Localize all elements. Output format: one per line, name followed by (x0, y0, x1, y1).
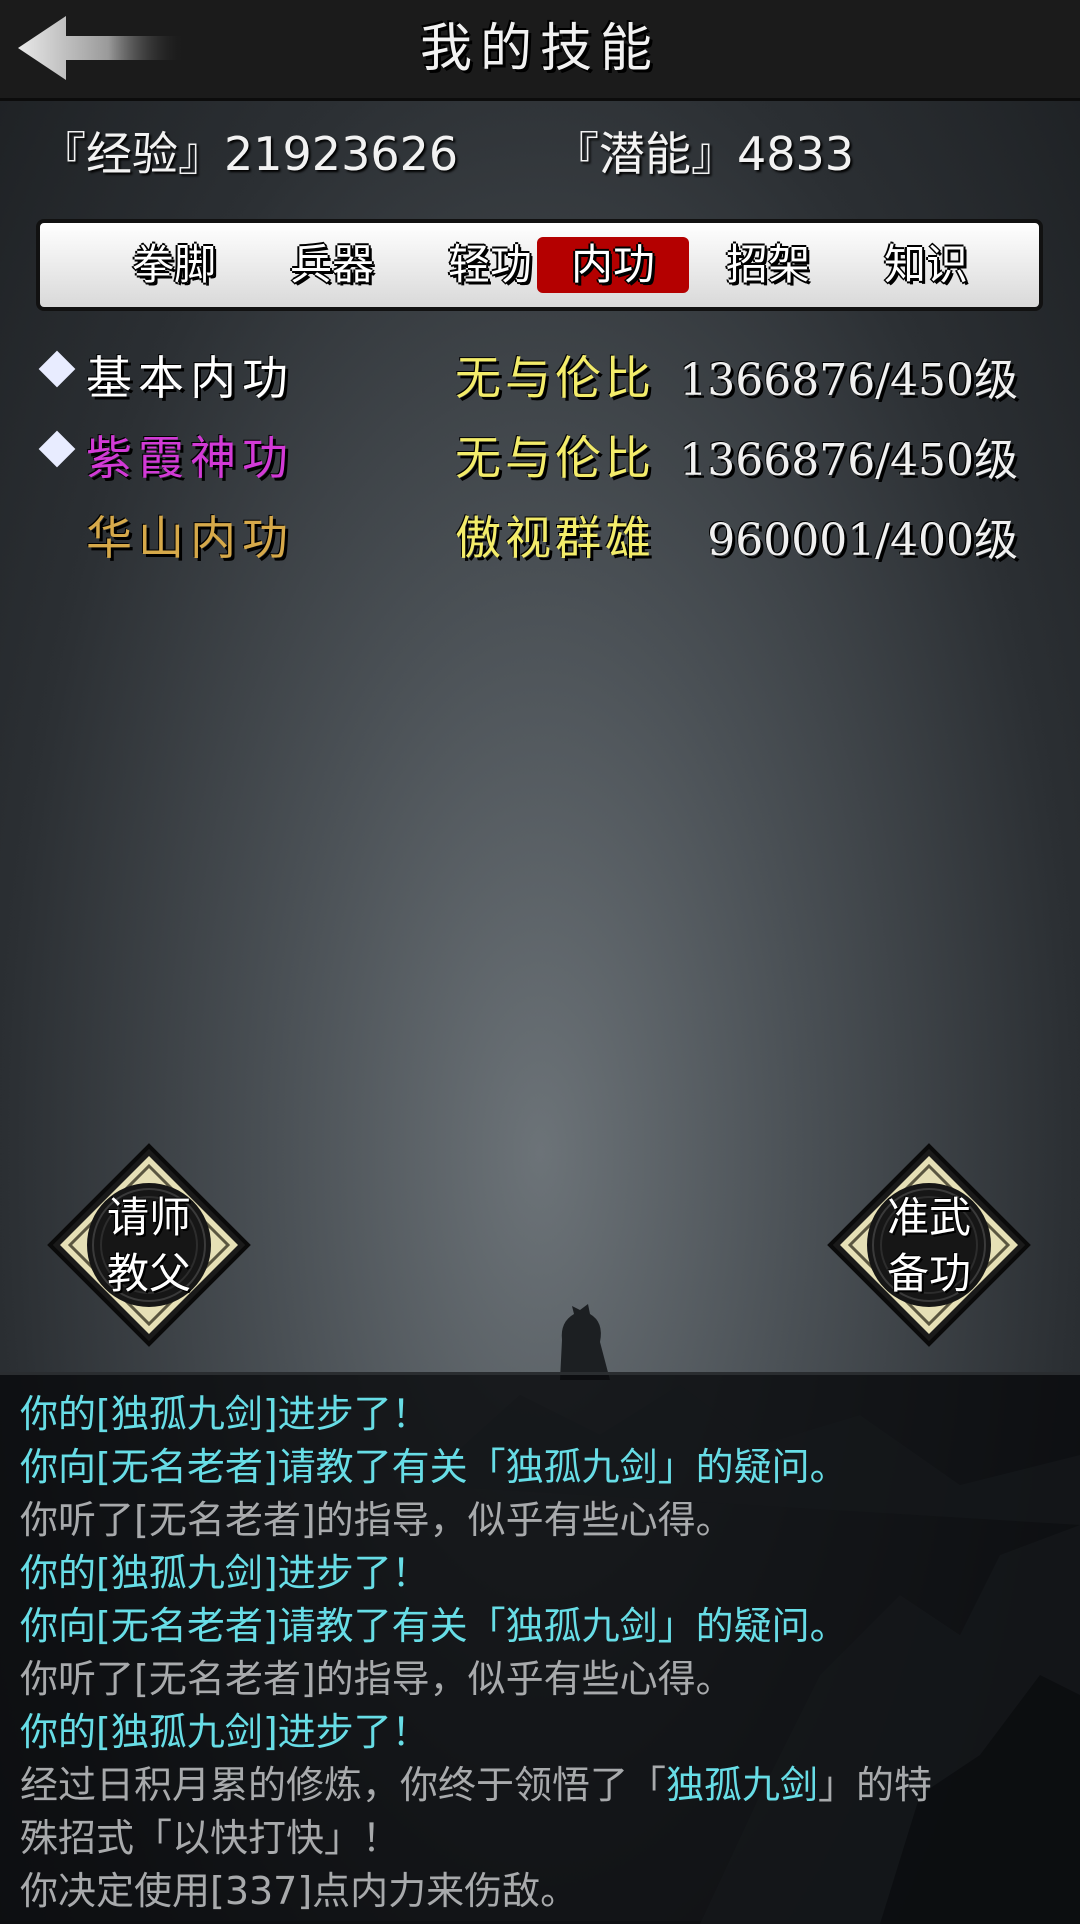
message-log[interactable]: 你的[独孤九剑]进步了！ 你向[无名老者]请教了有关「独孤九剑」的疑问。 你听了… (0, 1372, 1080, 1924)
log-line: 经过日积月累的修炼，你终于领悟了「独孤九剑」的特 (20, 1754, 932, 1809)
log-line: 你向[无名老者]请教了有关「独孤九剑」的疑问。 (20, 1445, 848, 1489)
marked-diamond-icon (38, 350, 76, 388)
marked-diamond-icon (38, 430, 76, 468)
skill-rank: 无与伦比 (455, 431, 655, 485)
skill-progress: 1366876/450级 (679, 355, 1018, 406)
log-line: 你的[独孤九剑]进步了！ (20, 1392, 430, 1436)
skill-rank: 无与伦比 (455, 351, 655, 405)
log-line: 你的[独孤九剑]进步了！ (20, 1551, 430, 1595)
tab-fist[interactable]: 拳脚 (98, 237, 250, 293)
skill-row[interactable]: 紫霞神功 无与伦比 1366876/450级 (0, 418, 1080, 488)
tab-knowledge[interactable]: 知识 (850, 237, 1002, 293)
button-label: 备功 (886, 1249, 971, 1298)
button-label: 教父 (106, 1249, 191, 1298)
log-text: 」的特 (818, 1763, 933, 1807)
prepare-skill-button[interactable]: 准武 备功 (826, 1142, 1032, 1348)
swordsman-silhouette-icon (560, 1304, 610, 1380)
ask-master-button[interactable]: 请师 教父 (46, 1142, 252, 1348)
log-line: 你的[独孤九剑]进步了！ (20, 1710, 430, 1754)
skill-category-tabs: 拳脚 兵器 轻功 内功 招架 知识 (36, 219, 1043, 311)
button-label: 准武 (886, 1193, 971, 1242)
page-title: 我的技能 (419, 19, 660, 79)
tab-parry[interactable]: 招架 (692, 237, 844, 293)
skill-name: 华山内功 (86, 511, 294, 565)
log-text: 经过日积月累的修炼，你终于领悟了「 (20, 1763, 667, 1807)
log-line: 殊招式「以快打快」！ (20, 1816, 401, 1860)
skill-row[interactable]: 华山内功 傲视群雄 960001/400级 (0, 498, 1080, 568)
experience-stat: 『经验』21923626 (40, 127, 459, 181)
skill-rank: 傲视群雄 (455, 511, 655, 565)
skill-row[interactable]: 基本内功 无与伦比 1366876/450级 (0, 338, 1080, 408)
skill-progress: 1366876/450级 (679, 435, 1018, 486)
button-label: 请师 (106, 1193, 191, 1242)
log-line: 你向[无名老者]请教了有关「独孤九剑」的疑问。 (20, 1604, 848, 1648)
log-highlight: 独孤九剑 (666, 1763, 819, 1807)
potential-stat: 『潜能』4833 (553, 127, 855, 181)
skill-name: 紫霞神功 (86, 431, 294, 485)
log-line: 你听了[无名老者]的指导，似乎有些心得。 (20, 1498, 734, 1542)
skill-progress: 960001/400级 (707, 515, 1018, 566)
skill-name: 基本内功 (86, 351, 294, 405)
top-bar: 我的技能 (0, 0, 1080, 101)
log-line: 你决定使用[337]点内力来伤敌。 (20, 1869, 579, 1913)
tab-weapon[interactable]: 兵器 (256, 237, 408, 293)
log-line: 你听了[无名老者]的指导，似乎有些心得。 (20, 1657, 734, 1701)
tab-inner-power[interactable]: 内功 (537, 237, 689, 293)
